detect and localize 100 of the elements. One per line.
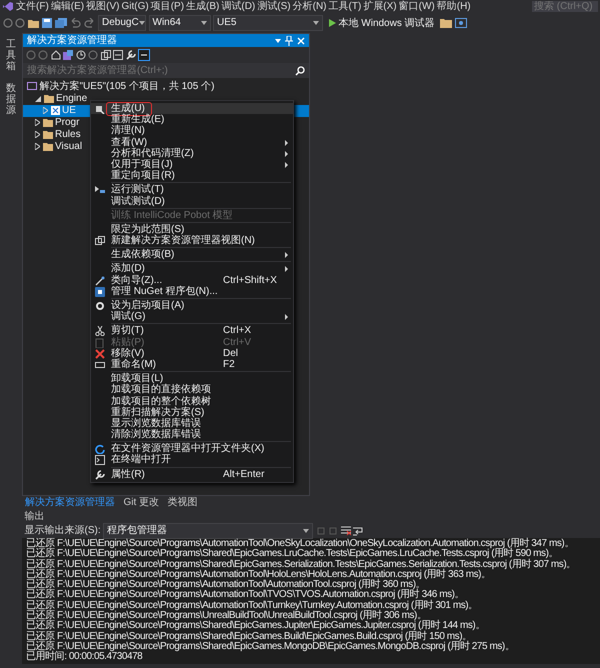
history-icon[interactable] (76, 50, 86, 60)
caret-icon (303, 528, 310, 532)
menu-item[interactable]: 生成(B) (186, 0, 220, 12)
folder-icon[interactable] (440, 18, 452, 28)
menu-item[interactable]: 在终端中打开 (91, 454, 293, 466)
dropdown-icon[interactable] (275, 38, 281, 42)
tree-item-label[interactable]: Visual (55, 140, 82, 152)
tree-item-label[interactable]: UE (62, 104, 76, 116)
menu-item[interactable]: 文件(F) (16, 0, 49, 12)
menu-item[interactable]: 仅用于项目(J) (91, 158, 293, 170)
panel-tab[interactable]: 解决方案资源管理器 (22, 496, 118, 510)
menu-item[interactable]: 分析和代码清理(Z) (91, 148, 293, 159)
collapsed-arrow-icon[interactable] (35, 119, 40, 126)
play-icon (328, 19, 336, 27)
output-line: 已还原 F:\UE\UE\Engine\Source\Programs\Shared\EpicGames.Jupiter\EpicGames.Jupiter.csproj (用时 144 ms)。 (26, 621, 486, 632)
folder-icon (44, 94, 54, 102)
save-all-icon[interactable] (54, 18, 66, 28)
collapsed-arrow-icon[interactable] (35, 131, 40, 138)
switch-views-icon[interactable] (63, 50, 73, 60)
side-tab[interactable]: 数据源 (6, 80, 16, 118)
save-icon[interactable] (42, 18, 52, 28)
menu-item[interactable]: 限定为此范围(S) (91, 224, 293, 236)
menu-item[interactable]: 帮助(H) (436, 0, 471, 12)
menu-item[interactable]: 清除浏览数据库错误 (91, 429, 293, 440)
screenshot-icon[interactable] (454, 18, 467, 28)
shortcut-text: Ctrl+V (223, 336, 252, 348)
menu-item[interactable]: 管理 NuGet 程序包(N)... (91, 286, 293, 297)
collapsed-arrow-icon[interactable] (35, 143, 40, 150)
menu-item[interactable]: 视图(V) (86, 0, 120, 12)
configuration-dropdown[interactable]: DebugC (98, 15, 146, 31)
project-dropdown[interactable]: UE5 (213, 15, 323, 31)
menu-item[interactable]: 属性(R) Alt+Enter (91, 468, 293, 480)
side-tab[interactable]: 工具箱 (6, 36, 16, 74)
output-line: 已还原 F:\UE\UE\Engine\Source\Programs\AutomationTool\HoloLens\HoloLens.Automation.csproj (用时 363 ms)。 (26, 570, 491, 580)
rename-icon (95, 360, 105, 370)
menu-item[interactable]: 清理(N) (91, 125, 293, 137)
clear-all-icon[interactable] (340, 526, 351, 536)
menu-item[interactable]: 分析(N) (292, 0, 326, 12)
menu-item[interactable]: 设为启动项目(A) (91, 300, 293, 312)
menu-item[interactable]: 移除(V) Del (91, 348, 293, 359)
tree-item-label[interactable]: 解决方案"UE5"(105 个项目，共 105 个) (40, 80, 214, 92)
menu-item[interactable]: Git(G) (121, 0, 149, 12)
menu-item[interactable]: 显示浏览数据库错误 (91, 418, 293, 430)
menu-item[interactable]: 生成依赖项(B) (91, 249, 293, 260)
home-icon[interactable] (50, 50, 60, 60)
menu-item[interactable]: 扩展(X) (363, 0, 397, 12)
open-folder-icon[interactable] (28, 18, 40, 28)
preview-icon[interactable] (138, 49, 150, 61)
menu-item[interactable]: 加载项目的直接依赖项 (91, 384, 293, 396)
output-line: 已还原 F:\UE\UE\Engine\Source\Programs\Shared\EpicGames.LruCache.Tests\EpicGames.LruCache.Tests.csproj (用时 590 ms)。 (26, 549, 558, 560)
menu-item[interactable]: 调试(D) (221, 0, 256, 12)
menu-item[interactable]: 重新扫描解决方案(S) (91, 406, 293, 418)
show-all-files-icon[interactable] (113, 50, 123, 60)
project-icon (50, 106, 60, 115)
copy-icon[interactable] (100, 50, 110, 60)
menu-item[interactable]: 生成(U) (91, 103, 293, 114)
menu-item[interactable]: 运行测试(T) (91, 184, 293, 196)
redo-icon[interactable] (84, 18, 96, 28)
menu-item[interactable]: 重命名(M) F2 (91, 358, 293, 370)
search-field[interactable]: 搜索解决方案资源管理器(Ctrl+;) (23, 63, 309, 78)
menu-item[interactable]: 卸载项目(L) (91, 373, 293, 384)
menu-item[interactable]: 查看(W) (91, 136, 293, 148)
menu-item[interactable]: 编辑(E) (50, 0, 84, 12)
menu-item[interactable]: 工具(T) (328, 0, 362, 12)
panel-tab[interactable]: 类视图 (164, 496, 201, 510)
shortcut-text: Del (223, 348, 238, 359)
wrench-icon[interactable] (126, 50, 136, 60)
panel-tab[interactable]: Git 更改 (120, 496, 162, 510)
terminal-icon (95, 455, 105, 466)
tree-item-label[interactable]: Progr (55, 116, 80, 128)
paste-icon (95, 338, 105, 348)
menu-item[interactable]: 调试测试(D) (91, 196, 293, 207)
new-view-icon (95, 236, 105, 246)
source-dropdown[interactable]: 程序包管理器 (103, 522, 314, 538)
menu-item[interactable]: 重新生成(E) (91, 114, 293, 126)
tree-item-label[interactable]: Rules (55, 128, 81, 140)
menu-item[interactable]: 项目(P) (150, 0, 184, 12)
close-icon[interactable] (297, 36, 305, 44)
menu-item[interactable]: 剪切(T) Ctrl+X (91, 325, 293, 337)
run-tests-icon (95, 185, 105, 196)
menu-item[interactable]: 新建解决方案资源管理器视图(N) (91, 235, 293, 246)
wrench-icon (95, 470, 105, 480)
search-icon[interactable] (295, 66, 305, 76)
undo-icon[interactable] (69, 18, 81, 28)
menu-item[interactable]: 调试(G) (91, 311, 293, 322)
platform-dropdown[interactable]: Win64 (148, 15, 210, 31)
tree-item-label[interactable]: Engine (56, 92, 88, 104)
word-wrap-icon[interactable] (353, 526, 364, 536)
menu-item[interactable]: 类向导(Z)... Ctrl+Shift+X (91, 274, 293, 286)
run-button[interactable]: 本地 Windows 调试器 (326, 16, 438, 30)
menu-item[interactable]: 在文件资源管理器中打开文件夹(X) (91, 443, 293, 454)
menu-item[interactable]: 测试(S) (257, 0, 291, 12)
menu-item[interactable]: 窗口(W) (398, 0, 435, 12)
menu-item[interactable]: 添加(D) (91, 263, 293, 275)
menu-item[interactable]: 重定向项目(R) (91, 170, 293, 182)
pin-icon[interactable] (285, 36, 293, 46)
menu-item[interactable]: 加载项目的整个依赖树 (91, 396, 293, 407)
caret-icon (313, 21, 319, 25)
output-line: 已还原 F:\UE\UE\Engine\Source\Programs\Shared\EpicGames.Serialization.Tests\EpicGames.Serialization.Tests.csproj (用时 307 ms)。 (26, 560, 577, 570)
expanded-arrow-icon[interactable] (35, 96, 41, 102)
